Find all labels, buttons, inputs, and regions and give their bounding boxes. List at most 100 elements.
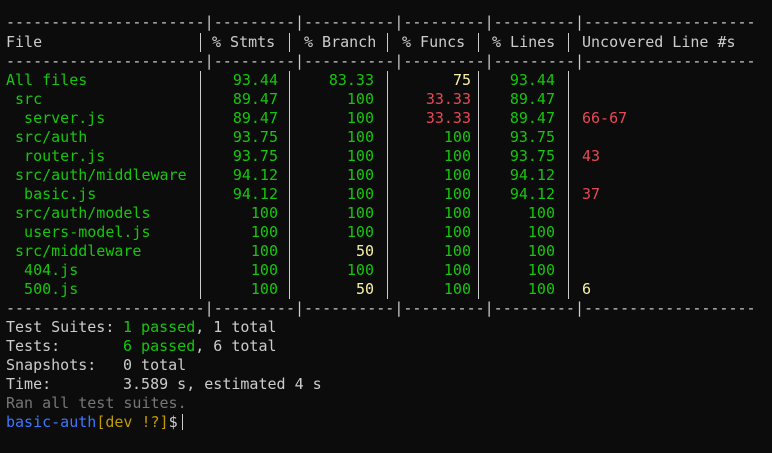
row-lines: 93.75 (509, 147, 555, 165)
row-stmts: 100 (250, 280, 278, 298)
row-file: src (6, 90, 43, 108)
row-lines: 94.12 (509, 166, 555, 184)
row-branch: 100 (346, 109, 374, 127)
row-branch: 100 (346, 261, 374, 279)
summary-value: 3.589 s, estimated 4 s (123, 375, 322, 393)
summary-label: Tests: (6, 337, 61, 355)
prompt-dir: basic-auth (6, 413, 97, 431)
header-branch: % Branch (304, 33, 377, 51)
row-stmts: 100 (250, 261, 278, 279)
row-funcs: 33.33 (425, 90, 471, 108)
row-uncovered (582, 166, 762, 185)
row-lines: 100 (527, 280, 555, 298)
prompt-branch: [dev !?] (96, 413, 169, 431)
row-branch: 100 (346, 185, 374, 203)
row-stmts: 89.47 (232, 109, 278, 127)
row-stmts: 93.75 (232, 147, 278, 165)
terminal-window[interactable]: ----------------------|---------|-------… (0, 0, 772, 453)
row-uncovered (582, 242, 762, 261)
text-cursor (181, 414, 183, 430)
row-file: server.js (6, 109, 106, 127)
column-separator (478, 33, 479, 52)
row-uncovered: 43 (582, 147, 601, 165)
table-border-header: ----------------------|---------|-------… (6, 52, 756, 70)
row-uncovered (582, 128, 762, 147)
row-file: 404.js (6, 261, 79, 279)
row-file: All files (6, 71, 88, 89)
row-funcs: 100 (443, 128, 471, 146)
row-branch: 100 (346, 223, 374, 241)
header-stmts: % Stmts (212, 33, 276, 51)
row-stmts: 100 (250, 223, 278, 241)
summary-label: Time: (6, 375, 52, 393)
row-uncovered: 37 (582, 185, 601, 203)
table-row: src/auth/middleware 94.12 100 100 94.12 (6, 166, 766, 185)
row-file: 500.js (6, 280, 79, 298)
summary-time: Time: 3.589 s, estimated 4 s (6, 375, 322, 394)
table-row: All files 93.44 83.33 75 93.44 (6, 71, 766, 90)
column-separator (289, 33, 290, 52)
header-lines: % Lines (492, 33, 556, 51)
column-separator (478, 71, 479, 299)
table-row: src/middleware 100 50 100 100 (6, 242, 766, 261)
row-funcs: 100 (443, 261, 471, 279)
row-lines: 94.12 (509, 185, 555, 203)
row-lines: 93.44 (509, 71, 555, 89)
row-stmts: 89.47 (232, 90, 278, 108)
table-row: basic.js 94.12 100 100 94.12 37 (6, 185, 766, 204)
row-lines: 100 (527, 223, 555, 241)
row-uncovered: 6 (582, 280, 592, 298)
summary-passed: 1 passed (123, 318, 196, 336)
row-funcs: 100 (443, 166, 471, 184)
table-row: server.js 89.47 100 33.33 89.47 66-67 (6, 109, 766, 128)
column-separator (568, 33, 569, 52)
coverage-header-row: File % Stmts % Branch % Funcs % Lines Un… (6, 33, 766, 52)
summary-total: , 1 total (195, 318, 277, 336)
summary-total: , 6 total (195, 337, 277, 355)
header-uncovered: Uncovered Line #s (582, 33, 736, 51)
row-uncovered (582, 90, 762, 109)
row-funcs: 100 (443, 223, 471, 241)
row-uncovered (582, 261, 762, 280)
row-stmts: 100 (250, 204, 278, 222)
row-branch: 50 (355, 242, 374, 260)
shell-prompt[interactable]: basic-auth[dev !?]$ (6, 413, 183, 432)
column-separator (289, 71, 290, 299)
row-uncovered: 66-67 (582, 109, 628, 127)
column-separator (387, 71, 388, 299)
row-file: src/middleware (6, 242, 142, 260)
row-lines: 100 (527, 242, 555, 260)
row-uncovered (582, 204, 762, 223)
table-row: 404.js 100 100 100 100 (6, 261, 766, 280)
column-separator (387, 33, 388, 52)
row-lines: 100 (527, 261, 555, 279)
summary-label: Snapshots: (6, 356, 97, 374)
row-funcs: 100 (443, 147, 471, 165)
row-uncovered (582, 223, 762, 242)
row-lines: 89.47 (509, 90, 555, 108)
column-separator (200, 33, 201, 52)
table-row: 500.js 100 50 100 100 6 (6, 280, 766, 299)
row-file: router.js (6, 147, 106, 165)
row-branch: 83.33 (328, 71, 374, 89)
summary-tests: Tests: 6 passed, 6 total (6, 337, 277, 356)
row-lines: 100 (527, 204, 555, 222)
row-branch: 100 (346, 204, 374, 222)
row-uncovered (582, 71, 762, 90)
table-row: users-model.js 100 100 100 100 (6, 223, 766, 242)
row-branch: 100 (346, 166, 374, 184)
summary-snapshots: Snapshots: 0 total (6, 356, 186, 375)
table-row: src 89.47 100 33.33 89.47 (6, 90, 766, 109)
row-stmts: 93.75 (232, 128, 278, 146)
row-file: src/auth/models (6, 204, 151, 222)
summary-label: Test Suites: (6, 318, 115, 336)
row-branch: 100 (346, 128, 374, 146)
prompt-symbol: $ (168, 413, 178, 431)
column-separator (568, 71, 569, 299)
row-stmts: 100 (250, 242, 278, 260)
row-stmts: 94.12 (232, 185, 278, 203)
summary-value: 0 total (123, 356, 187, 374)
row-stmts: 93.44 (232, 71, 278, 89)
summary-passed: 6 passed (123, 337, 196, 355)
row-file: src/auth/middleware (6, 166, 187, 184)
